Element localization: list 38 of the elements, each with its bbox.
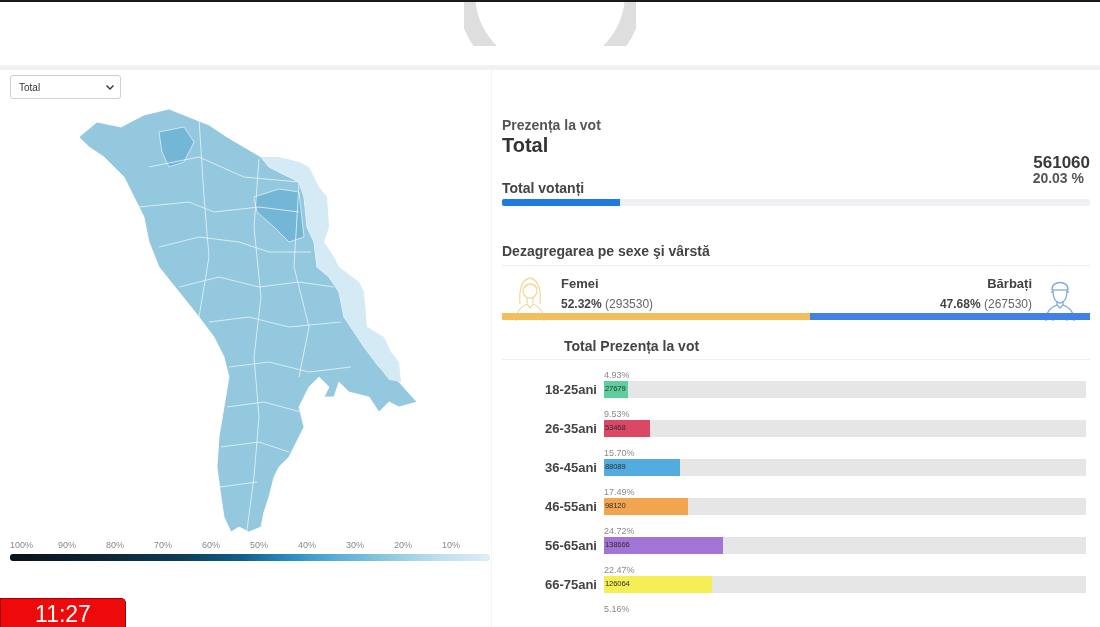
legend-label: 90% — [58, 540, 76, 551]
age-chart-title: Total Prezența la vot — [564, 337, 700, 355]
age-percent: 15.70% — [604, 448, 635, 459]
legend-label: 50% — [250, 540, 268, 551]
region-dropdown[interactable]: Total — [10, 75, 121, 99]
age-percent: 4.93% — [604, 370, 630, 381]
legend-label: 60% — [202, 540, 220, 551]
clock-time: 11:27 — [0, 598, 126, 627]
turnout-percent: 20.03 % — [1032, 172, 1085, 184]
age-percent: 9.53% — [604, 409, 630, 420]
gender-label: Femei — [561, 276, 599, 292]
gender-label: Bărbați — [987, 276, 1032, 292]
age-group-label: 46-55ani — [544, 498, 597, 515]
age-group-label: 26-35ani — [544, 420, 597, 437]
total-count: 561060 — [1033, 154, 1090, 172]
age-percent: 22.47% — [604, 565, 635, 576]
gender-stats: 52.32% (293530) — [561, 297, 654, 311]
age-percent: 17.49% — [604, 487, 635, 498]
region-title: Total — [502, 134, 549, 156]
section-title: Prezența la vot — [502, 116, 601, 134]
legend-label: 30% — [346, 540, 364, 551]
age-group-label: 18-25ani — [544, 381, 597, 398]
age-group-label: 56-65ani — [544, 537, 597, 554]
age-group-label: 36-45ani — [544, 459, 597, 476]
age-percent: 24.72% — [604, 526, 635, 537]
legend-label: 20% — [394, 540, 412, 551]
legend-label: 10% — [442, 540, 460, 551]
legend-label: 40% — [298, 540, 316, 551]
breakdown-title: Dezagregarea pe sexe şi vârstă — [502, 242, 710, 260]
caret-icon — [106, 84, 114, 90]
gender-stats: 47.68% (267530) — [939, 297, 1032, 311]
total-voters-label: Total votanți — [502, 179, 585, 197]
legend-label: 70% — [154, 540, 172, 551]
age-percent: 5.16% — [604, 604, 630, 615]
age-group-label: 66-75ani — [544, 576, 597, 593]
legend-label: 100% — [10, 540, 34, 551]
legend-label: 80% — [106, 540, 124, 551]
woman-icon — [514, 274, 546, 322]
